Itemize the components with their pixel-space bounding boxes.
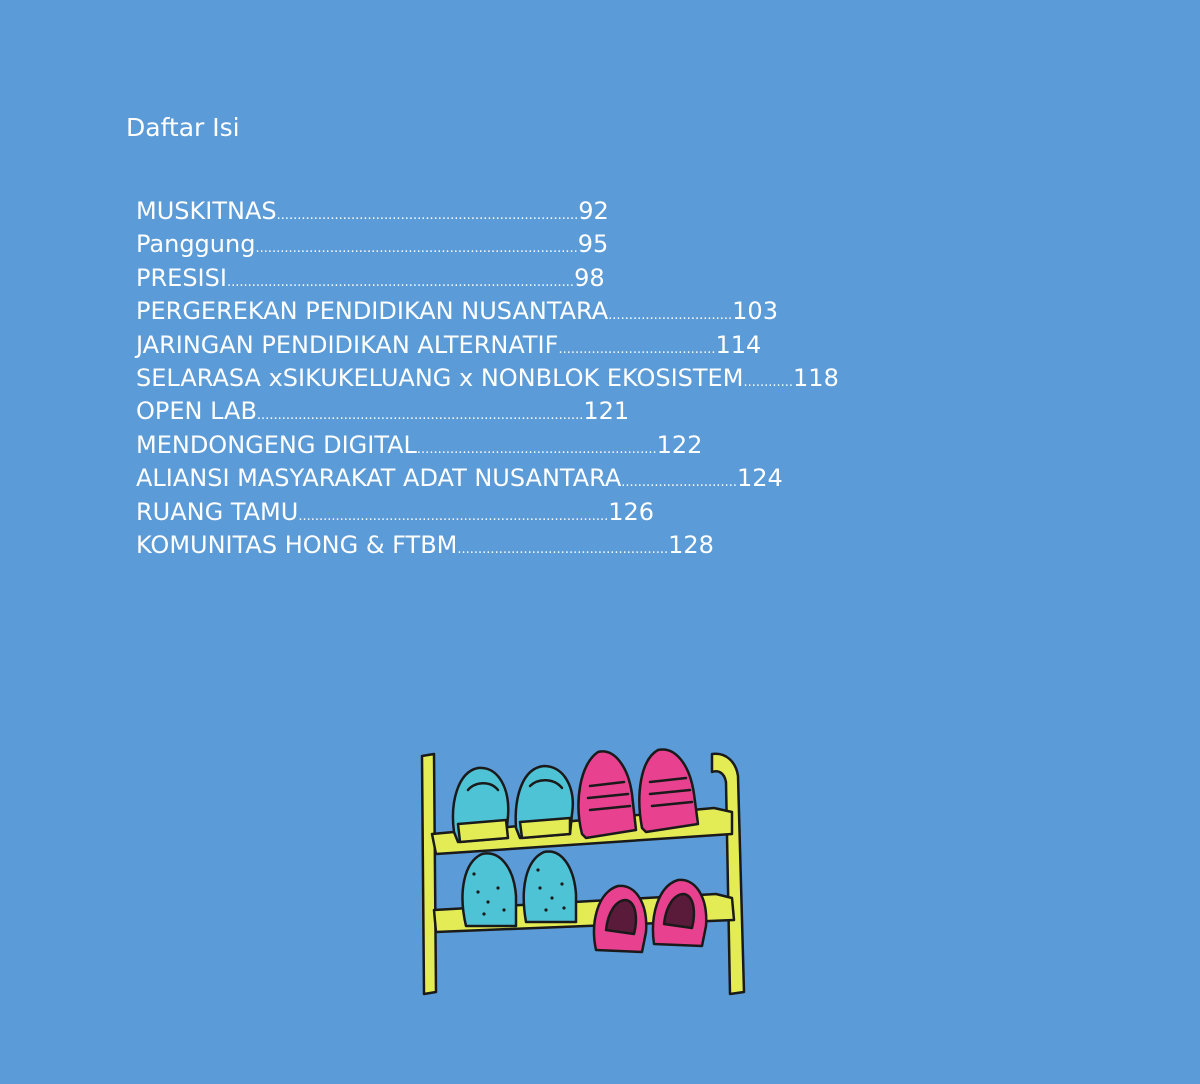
toc-entry-title: Panggung	[136, 230, 256, 259]
toc-entry-title: PRESISI	[136, 263, 227, 292]
toc-entry-leader: ........................................…	[276, 208, 579, 223]
table-of-contents: MUSKITNAS...............................…	[136, 197, 839, 564]
toc-entry: RUANG TAMU..............................…	[136, 498, 839, 531]
toc-entry-title: ALIANSI MASYARAKAT ADAT NUSANTARA	[136, 464, 622, 493]
page-heading: Daftar Isi	[126, 113, 240, 142]
shoe-rack-icon	[420, 748, 746, 996]
toc-entry-page: 118	[793, 364, 839, 393]
toc-entry-page: 128	[668, 531, 714, 560]
toc-entry-page: 121	[583, 397, 630, 426]
toc-entry: Panggung................................…	[136, 230, 839, 263]
toc-entry-page: 126	[608, 497, 655, 526]
toc-entry: SELARASA xSIKUKELUANG x NONBLOK EKOSISTE…	[136, 364, 839, 397]
toc-entry: PRESISI.................................…	[136, 264, 839, 297]
toc-entry-leader: ......................................	[558, 341, 716, 357]
toc-entry-title: SELARASA xSIKUKELUANG x NONBLOK EKOSISTE…	[136, 364, 744, 393]
toc-entry-leader: ........................................…	[298, 508, 609, 524]
toc-entry-title: RUANG TAMU	[136, 497, 299, 526]
toc-entry: JARINGAN PENDIDIKAN ALTERNATIF..........…	[136, 331, 839, 364]
toc-entry: MUSKITNAS...............................…	[136, 197, 839, 230]
toc-entry-page: 122	[656, 430, 703, 459]
toc-entry-leader: ........................................…	[255, 241, 578, 257]
toc-entry-leader: ........................................…	[256, 408, 584, 424]
toc-entry-leader: ............................	[621, 475, 737, 491]
toc-entry: PERGEREKAN PENDIDIKAN NUSANTARA.........…	[136, 297, 839, 330]
toc-entry-leader: ........................................…	[457, 542, 669, 558]
toc-entry-title: JARINGAN PENDIDIKAN ALTERNATIF	[136, 330, 559, 359]
toc-entry-title: MENDONGENG DIGITAL	[136, 430, 417, 459]
toc-entry-title: MUSKITNAS	[136, 197, 277, 225]
toc-entry-title: OPEN LAB	[136, 397, 257, 426]
toc-entry-page: 95	[577, 230, 609, 259]
toc-entry-page: 98	[574, 263, 605, 292]
toc-entry-page: 114	[715, 330, 762, 359]
toc-entry: ALIANSI MASYARAKAT ADAT NUSANTARA.......…	[136, 464, 839, 497]
toc-entry-leader: ..............................	[608, 308, 733, 324]
toc-entry-leader: ........................................…	[226, 274, 575, 290]
toc-entry: OPEN LAB................................…	[136, 397, 839, 430]
toc-entry-page: 92	[578, 197, 609, 225]
toc-entry-title: PERGEREKAN PENDIDIKAN NUSANTARA	[136, 297, 609, 326]
toc-entry-title: KOMUNITAS HONG & FTBM	[136, 531, 458, 560]
toc-entry: MENDONGENG DIGITAL......................…	[136, 431, 839, 464]
toc-entry-leader: ........................................…	[416, 441, 657, 457]
toc-entry: KOMUNITAS HONG & FTBM...................…	[136, 531, 839, 564]
toc-entry-page: 124	[736, 464, 783, 493]
toc-entry-leader: ............	[743, 375, 794, 391]
toc-entry-page: 103	[732, 297, 778, 326]
